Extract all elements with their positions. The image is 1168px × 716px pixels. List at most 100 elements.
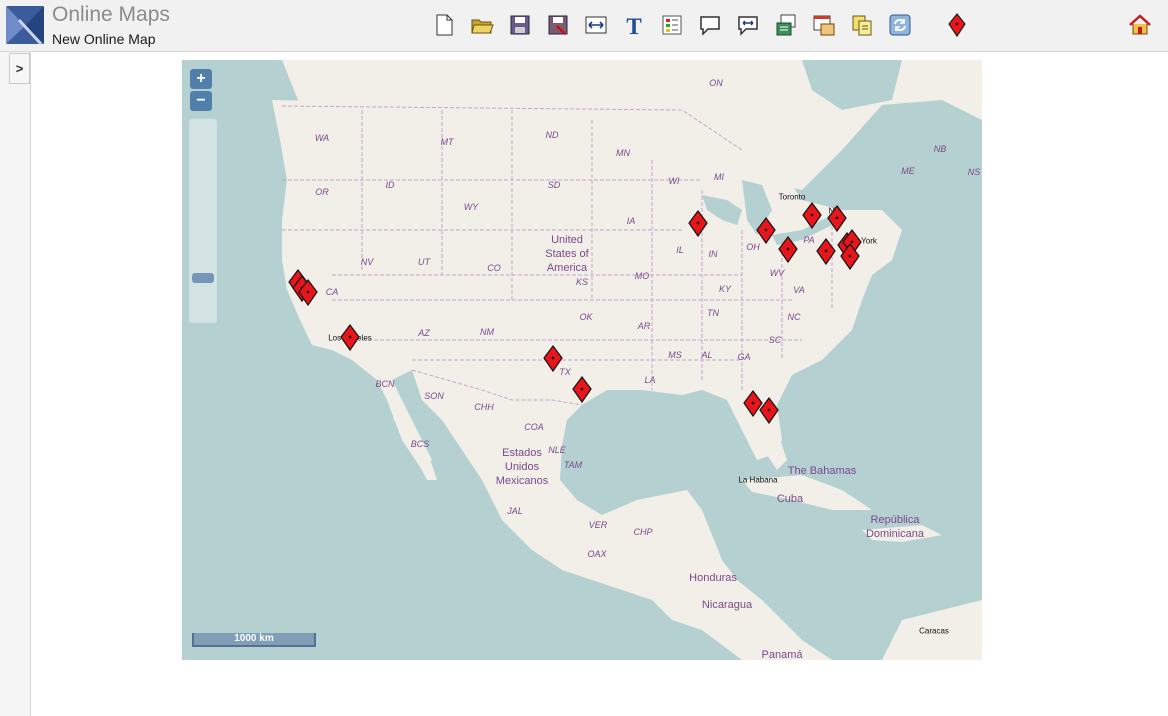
refresh-icon xyxy=(889,14,911,36)
speech-bubble-icon xyxy=(700,16,720,36)
state-label: PA xyxy=(803,235,815,245)
callout-arrow-button[interactable] xyxy=(735,12,761,38)
country-label: Mexicanos xyxy=(495,475,549,487)
text-t-icon: T xyxy=(626,14,641,38)
state-label: KY xyxy=(718,284,732,294)
state-label: NLE xyxy=(548,445,566,455)
new-map-button[interactable] xyxy=(431,12,457,38)
zoom-slider-handle[interactable] xyxy=(192,273,214,283)
svg-text:T: T xyxy=(626,14,641,38)
country-label: Nicaragua xyxy=(701,599,753,611)
new-document-icon xyxy=(436,14,453,36)
state-label: TN xyxy=(707,308,719,318)
state-label: WV xyxy=(769,268,785,278)
state-label: AZ xyxy=(418,328,430,338)
state-label: BCS xyxy=(410,439,430,449)
country-label: The Bahamas xyxy=(787,465,857,477)
state-label: COA xyxy=(524,422,544,432)
save-icon xyxy=(510,15,530,35)
copy-layer-button[interactable] xyxy=(849,12,875,38)
state-label: MO xyxy=(634,271,650,281)
state-label: CA xyxy=(325,287,339,297)
save-map-button[interactable] xyxy=(507,12,533,38)
country-label: Dominicana xyxy=(865,528,925,540)
layer-window-icon xyxy=(813,15,835,36)
map-marker[interactable] xyxy=(571,375,593,403)
state-label: NM xyxy=(480,327,494,337)
state-label: MN xyxy=(616,148,630,158)
state-label: ID xyxy=(385,180,395,190)
map-canvas[interactable]: + − 1000 km WA MT ND MN OR ID SD WI MI WY IA NV UT CO… xyxy=(182,60,982,660)
state-label: VA xyxy=(793,285,805,295)
map-marker[interactable] xyxy=(542,344,564,372)
city-label: Caracas xyxy=(919,626,949,636)
state-label: UT xyxy=(418,257,430,267)
map-marker[interactable] xyxy=(339,323,361,351)
state-label: NC xyxy=(787,312,801,322)
state-label: OR xyxy=(315,187,329,197)
save-as-button[interactable] xyxy=(545,12,571,38)
state-label: WY xyxy=(463,202,479,212)
state-label: AL xyxy=(701,350,713,360)
state-label: TAM xyxy=(563,460,583,470)
copy-layer-icon xyxy=(852,15,872,36)
home-button[interactable] xyxy=(1127,12,1153,38)
country-label: Cuba xyxy=(776,493,804,505)
country-label: States of xyxy=(545,248,589,260)
add-marker-button[interactable] xyxy=(944,12,970,38)
state-label: CHH xyxy=(474,402,494,412)
state-label: NB xyxy=(933,144,947,154)
red-marker-icon xyxy=(948,13,966,38)
map-marker[interactable] xyxy=(755,216,777,244)
state-label: SON xyxy=(424,391,444,401)
add-text-button[interactable]: T xyxy=(621,12,647,38)
state-label: OAX xyxy=(587,549,607,559)
resize-map-button[interactable] xyxy=(583,12,609,38)
app-logo-icon xyxy=(6,6,44,46)
zoom-out-button[interactable]: − xyxy=(190,91,212,111)
refresh-button[interactable] xyxy=(887,12,913,38)
map-marker[interactable] xyxy=(839,242,861,270)
state-label: IN xyxy=(708,249,718,259)
map-name[interactable]: New Online Map xyxy=(52,31,156,47)
import-data-button[interactable] xyxy=(773,12,799,38)
zoom-slider-track[interactable] xyxy=(189,119,217,323)
map-marker[interactable] xyxy=(297,278,319,306)
legend-button[interactable] xyxy=(659,12,685,38)
zoom-in-button[interactable]: + xyxy=(190,69,212,89)
state-label: ON xyxy=(709,78,723,88)
map-marker[interactable] xyxy=(687,209,709,237)
country-label: Estados xyxy=(502,447,542,459)
state-label: VER xyxy=(588,520,608,530)
map-marker[interactable] xyxy=(777,235,799,263)
state-label: IL xyxy=(676,245,684,255)
state-label: NS xyxy=(967,167,981,177)
map-marker[interactable] xyxy=(758,396,780,424)
state-label: AR xyxy=(637,321,651,331)
state-label: WA xyxy=(314,133,330,143)
country-label: Unidos xyxy=(504,461,540,473)
country-label: United xyxy=(551,234,583,246)
state-label: CHP xyxy=(633,527,653,537)
state-label: ND xyxy=(545,130,559,140)
state-label: KS xyxy=(575,277,589,287)
callout-button[interactable] xyxy=(697,12,723,38)
layer-properties-button[interactable] xyxy=(811,12,837,38)
speech-arrows-icon xyxy=(738,16,758,36)
map-marker[interactable] xyxy=(815,237,837,265)
country-label: America xyxy=(546,262,588,274)
city-label: La Habana xyxy=(738,475,778,485)
state-label: MT xyxy=(440,137,454,147)
state-label: BCN xyxy=(375,379,395,389)
open-map-button[interactable] xyxy=(469,12,495,38)
home-icon xyxy=(1129,14,1151,35)
state-label: ME xyxy=(901,166,915,176)
sidebar-panel xyxy=(0,52,31,716)
map-marker[interactable] xyxy=(801,201,823,229)
state-label: LA xyxy=(644,375,656,385)
sidebar-toggle-button[interactable]: > xyxy=(9,53,30,84)
legend-grid-icon xyxy=(662,15,682,35)
country-label: República xyxy=(870,514,920,526)
map-basemap xyxy=(182,60,982,660)
import-data-icon xyxy=(776,14,796,36)
